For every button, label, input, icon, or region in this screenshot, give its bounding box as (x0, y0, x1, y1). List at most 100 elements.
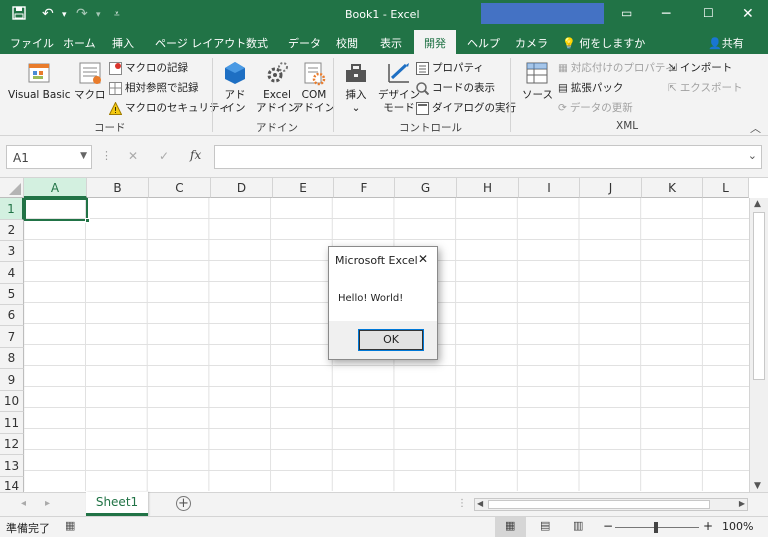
column-header[interactable]: F (334, 178, 395, 198)
zoom-in-button[interactable]: + (703, 519, 713, 533)
relative-reference-button[interactable]: 相対参照で記録 (109, 80, 199, 95)
xml-source-button[interactable]: ソース (522, 60, 553, 102)
ok-button[interactable]: OK (358, 329, 424, 351)
export-button[interactable]: ⇱ エクスポート (668, 80, 743, 95)
row-header[interactable]: 2 (0, 220, 24, 241)
share-button[interactable]: 👤共有 (708, 35, 744, 51)
tab-insert[interactable]: 挿入 (112, 35, 134, 51)
row-header[interactable]: 12 (0, 434, 24, 455)
formula-input[interactable]: ⌄ (214, 145, 762, 169)
tab-camera[interactable]: カメラ (515, 35, 548, 51)
row-header[interactable]: 4 (0, 262, 24, 284)
column-header[interactable]: G (395, 178, 457, 198)
active-cell-a1[interactable] (24, 198, 90, 223)
vertical-scrollbar[interactable]: ▲ ▼ (749, 198, 768, 492)
close-icon[interactable]: ✕ (742, 6, 754, 22)
next-sheet-icon[interactable]: ▸ (45, 498, 50, 509)
row-header[interactable]: 10 (0, 391, 24, 412)
page-layout-view-icon[interactable]: ▤ (540, 519, 550, 532)
column-header[interactable]: H (457, 178, 519, 198)
macro-recording-icon[interactable]: ▦ (65, 519, 75, 532)
record-macro-button[interactable]: マクロの記録 (109, 60, 188, 75)
insert-function-icon[interactable]: fx (190, 148, 201, 162)
dialog-close-icon[interactable]: ✕ (418, 252, 428, 266)
cancel-icon[interactable]: ✕ (128, 149, 138, 163)
minimize-icon[interactable]: ─ (662, 6, 670, 22)
row-header[interactable]: 7 (0, 326, 24, 348)
tab-view[interactable]: 表示 (380, 35, 402, 51)
fill-handle[interactable] (85, 218, 90, 223)
tab-formulas[interactable]: 数式 (246, 35, 268, 51)
column-header[interactable]: L (703, 178, 749, 198)
properties-button[interactable]: プロパティ (416, 60, 484, 75)
scroll-thumb[interactable] (753, 212, 765, 380)
row-header[interactable]: 8 (0, 348, 24, 369)
sheet-tab-sheet1[interactable]: Sheet1 (86, 492, 148, 516)
add-sheet-button[interactable]: + (176, 496, 191, 511)
zoom-slider-thumb[interactable] (654, 522, 658, 533)
view-code-button[interactable]: コードの表示 (416, 80, 495, 95)
excel-addins-button[interactable]: Excel アドイン (256, 60, 298, 115)
row-header[interactable]: 13 (0, 455, 24, 477)
expansion-packs-button[interactable]: ▤ 拡張パック (558, 80, 623, 95)
row-header[interactable]: 9 (0, 369, 24, 391)
column-header[interactable]: I (519, 178, 580, 198)
import-button[interactable]: ⇲ インポート (668, 60, 732, 75)
chevron-down-icon[interactable]: ▼ (80, 151, 87, 161)
page-break-preview-icon[interactable]: ▥ (573, 519, 583, 532)
zoom-level[interactable]: 100% (722, 520, 753, 533)
tab-developer[interactable]: 開発 (414, 30, 456, 54)
zoom-out-button[interactable]: − (603, 519, 613, 533)
tab-data[interactable]: データ (288, 35, 321, 51)
redo-icon[interactable]: ↷ (76, 6, 88, 22)
normal-view-button[interactable]: ▦ (495, 517, 526, 537)
run-dialog-button[interactable]: ダイアログの実行 (416, 100, 516, 115)
select-all-corner[interactable] (0, 178, 24, 198)
insert-control-button[interactable]: 挿入 ⌄ (343, 60, 369, 115)
row-header[interactable]: 11 (0, 412, 24, 434)
save-icon[interactable] (12, 6, 26, 24)
maximize-icon[interactable]: ☐ (703, 6, 714, 20)
collapse-ribbon-icon[interactable]: ︿ (750, 120, 761, 136)
row-header[interactable]: 5 (0, 284, 24, 305)
column-header[interactable]: D (211, 178, 273, 198)
scroll-right-icon[interactable]: ▶ (739, 499, 745, 508)
tell-me[interactable]: 💡 何をしますか (562, 35, 645, 51)
scroll-up-icon[interactable]: ▲ (754, 199, 761, 209)
scroll-down-icon[interactable]: ▼ (754, 481, 761, 491)
account-redacted-box[interactable] (481, 3, 604, 24)
undo-icon[interactable]: ↶ (42, 6, 54, 22)
tab-page-layout[interactable]: ページ レイアウト (155, 35, 246, 51)
ribbon-display-options-icon[interactable]: ▭ (621, 6, 632, 20)
com-addins-button[interactable]: COM アドイン (293, 60, 335, 115)
row-header[interactable]: 6 (0, 305, 24, 326)
tab-help[interactable]: ヘルプ (467, 35, 500, 51)
horizontal-scroll-thumb[interactable] (488, 500, 710, 509)
row-header[interactable]: 14 (0, 477, 24, 492)
map-properties-button[interactable]: ▦ 対応付けのプロパティ (558, 60, 675, 75)
redo-dropdown-icon[interactable]: ▾ (96, 10, 101, 20)
customize-qat-icon[interactable]: ⩡ (114, 9, 120, 20)
row-header-1[interactable]: 1 (0, 198, 24, 220)
column-header[interactable]: C (149, 178, 211, 198)
column-header[interactable]: K (642, 178, 703, 198)
tab-home[interactable]: ホーム (63, 35, 96, 51)
visual-basic-button[interactable]: Visual Basic (8, 60, 70, 102)
undo-dropdown-icon[interactable]: ▾ (62, 10, 67, 20)
scroll-left-icon[interactable]: ◀ (477, 499, 483, 508)
column-header[interactable]: E (273, 178, 334, 198)
column-header[interactable]: B (87, 178, 149, 198)
tab-file[interactable]: ファイル (10, 35, 54, 51)
refresh-data-button[interactable]: ⟳ データの更新 (558, 100, 633, 115)
column-header-a[interactable]: A (24, 178, 87, 198)
tab-review[interactable]: 校閲 (336, 35, 358, 51)
design-mode-button[interactable]: デザイン モード (378, 60, 420, 115)
expand-formula-icon[interactable]: ⌄ (748, 149, 757, 162)
column-header[interactable]: J (580, 178, 642, 198)
addins-button[interactable]: アド イン (222, 60, 248, 115)
enter-icon[interactable]: ✓ (159, 149, 169, 163)
row-header[interactable]: 3 (0, 241, 24, 262)
prev-sheet-icon[interactable]: ◂ (21, 498, 26, 509)
name-box[interactable]: A1 ▼ (6, 145, 92, 169)
macro-button[interactable]: マクロ (74, 60, 106, 102)
